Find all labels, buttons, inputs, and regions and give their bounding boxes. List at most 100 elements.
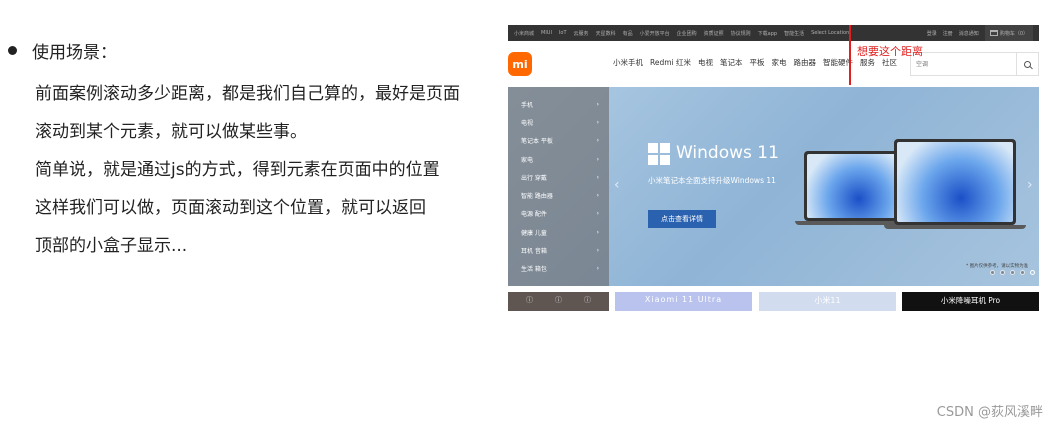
banner-title: Windows 11	[676, 143, 779, 163]
topbar-link[interactable]: 小爱开放平台	[640, 30, 670, 37]
distance-annotation: 想要这个距离	[857, 45, 923, 58]
cart-label: 购物车（0）	[999, 30, 1028, 37]
carousel-dot[interactable]	[990, 270, 995, 275]
category-label: 电源 配件	[521, 211, 547, 219]
category-menu: 手机 › 电视 › 笔记本 平板 › 家电 › 出行 穿戴 › 智能 路由器 › 电源 配件…	[508, 87, 609, 286]
topbar-link[interactable]: 智能生活	[784, 30, 804, 37]
category-label: 耳机 音箱	[521, 248, 547, 256]
login-link[interactable]: 登录	[927, 30, 937, 37]
promo-row: ⓘ ⓘ ⓘ Xiaomi 11 Ultra 小米11 小米降噪耳机 Pro	[508, 292, 1039, 311]
laptop-image	[804, 151, 904, 221]
promo-label: Xiaomi 11 Ultra	[644, 295, 723, 304]
chevron-right-icon: ›	[596, 173, 599, 181]
chevron-right-icon: ›	[596, 137, 599, 145]
topbar-link[interactable]: 协议规则	[731, 30, 751, 37]
topbar-link[interactable]: 下载app	[758, 30, 777, 37]
mi-logo[interactable]: mi	[508, 52, 532, 76]
paragraph-line: 前面案例滚动多少距离，都是我们自己算的，最好是页面	[35, 84, 460, 104]
promo-tile[interactable]: Xiaomi 11 Ultra	[615, 292, 752, 311]
topbar-link[interactable]: 企业团购	[677, 30, 697, 37]
category-item[interactable]: 手机 ›	[508, 95, 609, 113]
nav-item[interactable]: 电视	[698, 57, 713, 68]
topbar-link[interactable]: IoT	[559, 30, 567, 36]
paragraph-line: 顶部的小盒子显示...	[35, 236, 188, 256]
banner-details-button[interactable]: 点击查看详情	[648, 210, 716, 228]
nav-item[interactable]: 小米手机	[613, 57, 643, 68]
carousel-dot[interactable]	[1030, 270, 1035, 275]
category-item[interactable]: 耳机 音箱 ›	[508, 241, 609, 259]
category-item[interactable]: 生活 箱包 ›	[508, 260, 609, 278]
category-label: 生活 箱包	[521, 266, 547, 274]
chevron-right-icon: ›	[596, 265, 599, 273]
nav-item[interactable]: 路由器	[794, 57, 817, 68]
chevron-right-icon: ›	[596, 155, 599, 163]
nav-item[interactable]: 笔记本	[720, 57, 743, 68]
search-box	[910, 52, 1039, 76]
promo-tile[interactable]: 小米降噪耳机 Pro	[902, 292, 1039, 311]
paragraph-line: 简单说，就是通过js的方式，得到元素在页面中的位置	[35, 160, 440, 180]
category-item[interactable]: 智能 路由器 ›	[508, 186, 609, 204]
register-link[interactable]: 注册	[943, 30, 953, 37]
site-topbar: 小米商城 MIUI IoT 云服务 天星数科 有品 小爱开放平台 企业团购 资质…	[508, 25, 1039, 41]
chevron-right-icon: ›	[596, 210, 599, 218]
csdn-watermark: CSDN @荻风溪畔	[936, 405, 1043, 420]
laptop-image	[894, 139, 1016, 225]
category-item[interactable]: 笔记本 平板 ›	[508, 132, 609, 150]
carousel-prev-icon[interactable]: ‹	[614, 177, 620, 193]
category-label: 电视	[521, 119, 534, 127]
chevron-right-icon: ›	[596, 118, 599, 126]
topbar-link[interactable]: MIUI	[541, 30, 552, 36]
category-item[interactable]: 电视 ›	[508, 113, 609, 131]
chevron-right-icon: ›	[596, 247, 599, 255]
cart-icon	[989, 30, 998, 36]
banner-subtitle: 小米笔记本全面支持升级Windows 11	[648, 176, 776, 185]
carousel-dot[interactable]	[1020, 270, 1025, 275]
promo-tile[interactable]: 小米11	[759, 292, 896, 311]
chevron-right-icon: ›	[596, 192, 599, 200]
category-label: 家电	[521, 156, 534, 164]
bullet-dot-icon	[8, 46, 17, 55]
nav-item[interactable]: 平板	[750, 57, 765, 68]
category-item[interactable]: 出行 穿戴 ›	[508, 168, 609, 186]
carousel-dot[interactable]	[1000, 270, 1005, 275]
search-icon	[1024, 60, 1031, 68]
chevron-right-icon: ›	[596, 100, 599, 108]
topbar-link[interactable]: 天星数科	[596, 30, 616, 37]
paragraph-line: 这样我们可以做，页面滚动到这个位置，就可以返回	[35, 198, 426, 218]
search-button[interactable]	[1016, 53, 1038, 75]
topbar-link[interactable]: Select Location	[811, 30, 849, 36]
messages-link[interactable]: 消息通知	[959, 30, 979, 37]
topbar-link[interactable]: 云服务	[574, 30, 589, 37]
category-label: 笔记本 平板	[521, 138, 553, 146]
info-icon: ⓘ	[584, 296, 591, 304]
topbar-link[interactable]: 资质证照	[704, 30, 724, 37]
nav-item[interactable]: Redmi 红米	[650, 57, 691, 68]
topbar-account: 登录 注册 消息通知 购物车（0）	[927, 25, 1033, 41]
topbar-link[interactable]: 有品	[623, 30, 633, 37]
category-label: 出行 穿戴	[521, 174, 547, 182]
nav-item[interactable]: 家电	[772, 57, 787, 68]
embedded-website-screenshot: 小米商城 MIUI IoT 云服务 天星数科 有品 小爱开放平台 企业团购 资质…	[508, 25, 1039, 311]
promo-tile[interactable]: ⓘ ⓘ ⓘ	[508, 292, 609, 311]
laptop-base	[884, 225, 1026, 229]
chevron-right-icon: ›	[596, 228, 599, 236]
hero-banner[interactable]: 手机 › 电视 › 笔记本 平板 › 家电 › 出行 穿戴 › 智能 路由器 › 电源 配件…	[508, 87, 1039, 286]
promo-label: 小米11	[814, 296, 841, 305]
topbar-link[interactable]: 小米商城	[514, 30, 534, 37]
banner-note: * 图片仅供参考，请以实物为准	[966, 264, 1029, 269]
bullet-row: 使用场景：	[8, 38, 117, 63]
category-label: 智能 路由器	[521, 193, 553, 201]
category-item[interactable]: 电源 配件 ›	[508, 205, 609, 223]
carousel-next-icon[interactable]: ›	[1027, 177, 1033, 193]
windows-logo-icon	[648, 143, 670, 165]
info-icon: ⓘ	[555, 296, 562, 304]
bullet-title: 使用场景：	[32, 43, 117, 63]
category-item[interactable]: 健康 儿童 ›	[508, 223, 609, 241]
category-label: 手机	[521, 101, 534, 109]
cart-button[interactable]: 购物车（0）	[984, 25, 1033, 41]
distance-marker-line	[849, 25, 851, 85]
main-nav: 小米手机 Redmi 红米 电视 笔记本 平板 家电 路由器 智能硬件 服务 社…	[613, 57, 897, 68]
category-item[interactable]: 家电 ›	[508, 150, 609, 168]
carousel-dot[interactable]	[1010, 270, 1015, 275]
search-input[interactable]	[911, 53, 1016, 75]
